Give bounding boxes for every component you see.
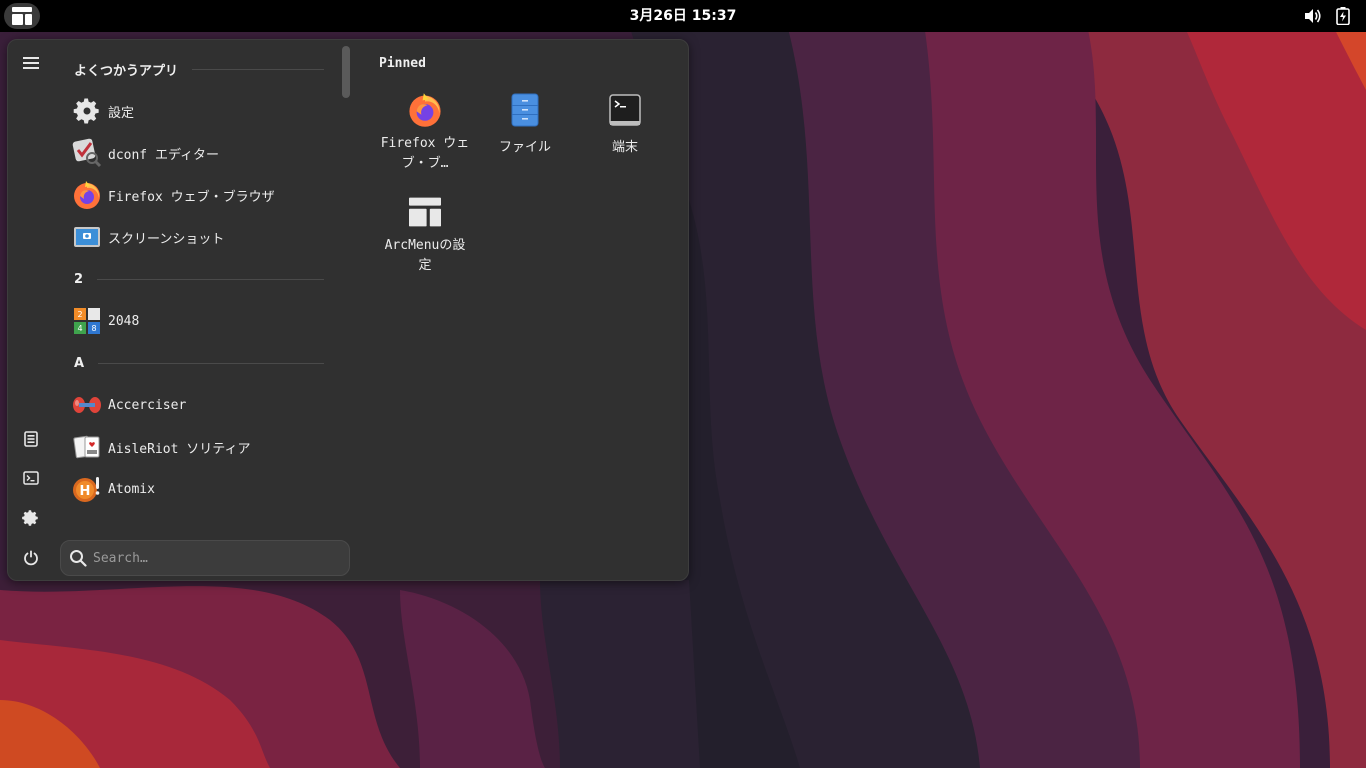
arcmenu-popup: よくつかうアプリ 設定 dconf エディター Firefox ウェブ・ブラウザ… — [7, 39, 689, 581]
search-box[interactable] — [60, 540, 350, 576]
section-header-frequent: よくつかうアプリ — [64, 48, 324, 90]
section-title: よくつかうアプリ — [74, 63, 179, 79]
section-title: A — [74, 355, 85, 371]
pinned-label: ファイル — [498, 140, 551, 155]
app-label: dconf エディター — [108, 147, 220, 163]
app-label: AisleRiot ソリティア — [108, 441, 251, 457]
section-divider — [98, 362, 324, 364]
search-icon — [70, 550, 87, 567]
svg-text:8: 8 — [91, 324, 96, 333]
svg-text:4: 4 — [77, 324, 82, 333]
power-icon — [24, 550, 38, 566]
files-icon — [505, 90, 545, 130]
arcmenu-layout-icon — [12, 7, 32, 25]
app-item-2048[interactable]: 2 4 8 2048 — [64, 300, 324, 342]
app-item-settings[interactable]: 設定 — [64, 90, 324, 132]
pinned-item-arcmenu-settings[interactable]: ArcMenuの設定 — [379, 188, 471, 276]
terminal-icon — [605, 90, 645, 130]
app-label: Atomix — [108, 481, 155, 497]
gear-icon — [22, 510, 38, 526]
system-tray[interactable] — [1304, 0, 1352, 32]
app-label: 2048 — [108, 313, 140, 329]
app-label: 設定 — [108, 105, 135, 121]
pinned-title: Pinned — [379, 56, 426, 71]
top-bar: 3月26日 15:37 — [0, 0, 1366, 32]
volume-icon[interactable] — [1304, 7, 1322, 25]
settings-gear-icon — [72, 96, 102, 126]
section-header-2: 2 — [64, 258, 324, 300]
app-item-accerciser[interactable]: Accerciser — [64, 384, 324, 426]
search-input[interactable] — [93, 550, 349, 566]
app-item-atomix[interactable]: H Atomix — [64, 468, 324, 510]
pinned-label: Firefox ウェブ・ブ… — [380, 136, 470, 171]
document-icon — [24, 431, 38, 447]
app-item-screenshot[interactable]: スクリーンショット — [64, 216, 324, 258]
settings-button[interactable] — [18, 505, 44, 531]
terminal-icon — [23, 471, 39, 485]
clock: 3月26日 15:37 — [0, 0, 1366, 32]
app-label: Accerciser — [108, 397, 187, 413]
app-item-dconf[interactable]: dconf エディター — [64, 132, 324, 174]
svg-text:H: H — [80, 484, 91, 499]
clock-label[interactable]: 3月26日 15:37 — [630, 8, 737, 24]
battery-icon[interactable] — [1334, 7, 1352, 25]
pinned-item-firefox[interactable]: Firefox ウェブ・ブ… — [379, 86, 471, 174]
pinned-label: 端末 — [611, 140, 638, 155]
section-divider — [97, 278, 324, 280]
app-list[interactable]: よくつかうアプリ 設定 dconf エディター Firefox ウェブ・ブラウザ… — [64, 48, 324, 528]
atomix-icon: H — [72, 474, 102, 504]
arcmenu-button[interactable] — [4, 3, 40, 29]
app-item-aisleriot[interactable]: AisleRiot ソリティア — [64, 426, 324, 468]
terminal-button[interactable] — [18, 465, 44, 491]
firefox-icon — [405, 90, 445, 130]
app-list-scrollbar[interactable] — [342, 46, 350, 98]
screenshot-icon — [72, 222, 102, 252]
documents-button[interactable] — [18, 426, 44, 452]
pinned-item-files[interactable]: ファイル — [479, 86, 571, 158]
section-title: 2 — [74, 271, 84, 287]
app-label: Firefox ウェブ・ブラウザ — [108, 189, 275, 205]
arcmenu-settings-icon — [405, 192, 445, 232]
game-2048-icon: 2 4 8 — [72, 306, 102, 336]
hamburger-menu-button[interactable] — [18, 50, 44, 76]
firefox-icon — [72, 180, 102, 210]
pinned-label: ArcMenuの設定 — [384, 238, 466, 273]
section-divider — [192, 68, 324, 70]
power-button[interactable] — [18, 545, 44, 571]
accerciser-icon — [72, 390, 102, 420]
aisleriot-icon — [72, 432, 102, 462]
app-label: スクリーンショット — [108, 231, 225, 247]
svg-text:2: 2 — [77, 310, 82, 319]
dconf-editor-icon — [72, 138, 102, 168]
section-header-a: A — [64, 342, 324, 384]
pinned-item-terminal[interactable]: 端末 — [579, 86, 671, 158]
app-item-firefox[interactable]: Firefox ウェブ・ブラウザ — [64, 174, 324, 216]
hamburger-menu-icon — [23, 57, 39, 69]
